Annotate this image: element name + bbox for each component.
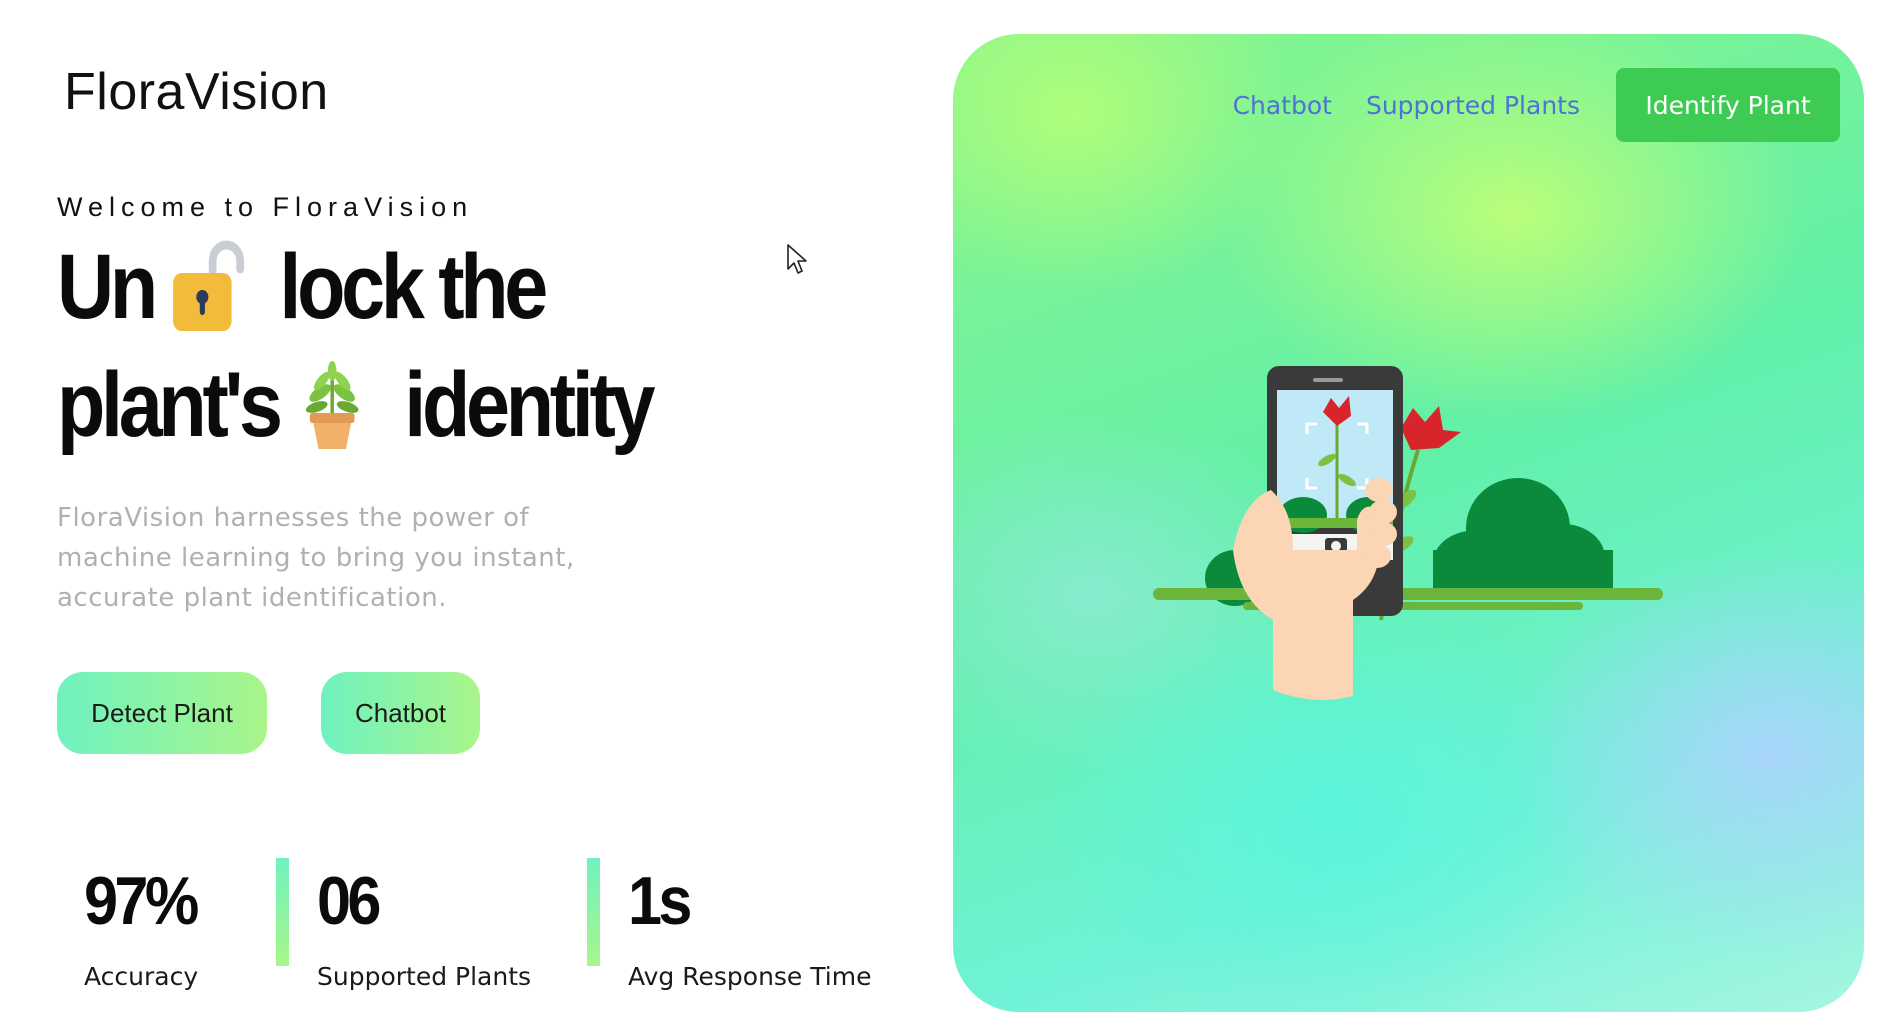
stat-divider — [276, 858, 289, 966]
detect-plant-button[interactable]: Detect Plant — [57, 672, 267, 754]
cursor-icon — [786, 243, 808, 279]
chatbot-button[interactable]: Chatbot — [321, 672, 480, 754]
headline-line-1: Un lock the — [57, 228, 676, 346]
headline-word-plants: plant's — [57, 354, 283, 456]
hero-panel: Chatbot Supported Plants Identify Plant — [953, 34, 1864, 1012]
headline-words-lock-the: lock the — [279, 236, 548, 338]
headline-word-un: Un — [57, 236, 158, 338]
stat-divider — [587, 858, 600, 966]
stat-accuracy-value: 97% — [84, 863, 199, 939]
stat-plants-value: 06 — [317, 863, 381, 939]
identify-plant-button[interactable]: Identify Plant — [1616, 68, 1840, 142]
headline-line-2: plant's identity — [57, 346, 676, 464]
headline-word-identity: identity — [404, 354, 655, 456]
stat-response-value: 1s — [628, 863, 692, 939]
stat-plants-label: Supported Plants — [317, 962, 532, 991]
nav-link-supported-plants[interactable]: Supported Plants — [1366, 91, 1580, 120]
stat-accuracy-label: Accuracy — [84, 962, 199, 991]
potted-plant-icon — [291, 357, 374, 453]
unlocked-padlock-icon — [166, 239, 249, 335]
top-nav: Chatbot Supported Plants Identify Plant — [1233, 68, 1840, 142]
phone-scanning-plant-illustration — [1143, 350, 1683, 754]
stat-response-label: Avg Response Time — [628, 962, 872, 991]
welcome-text: Welcome to FloraVision — [57, 192, 474, 222]
headline: Un lock the plant's identity — [57, 228, 676, 464]
nav-link-chatbot[interactable]: Chatbot — [1233, 91, 1332, 120]
brand-logo[interactable]: FloraVision — [64, 62, 329, 122]
hero-description: FloraVision harnesses the power of machi… — [57, 503, 575, 613]
